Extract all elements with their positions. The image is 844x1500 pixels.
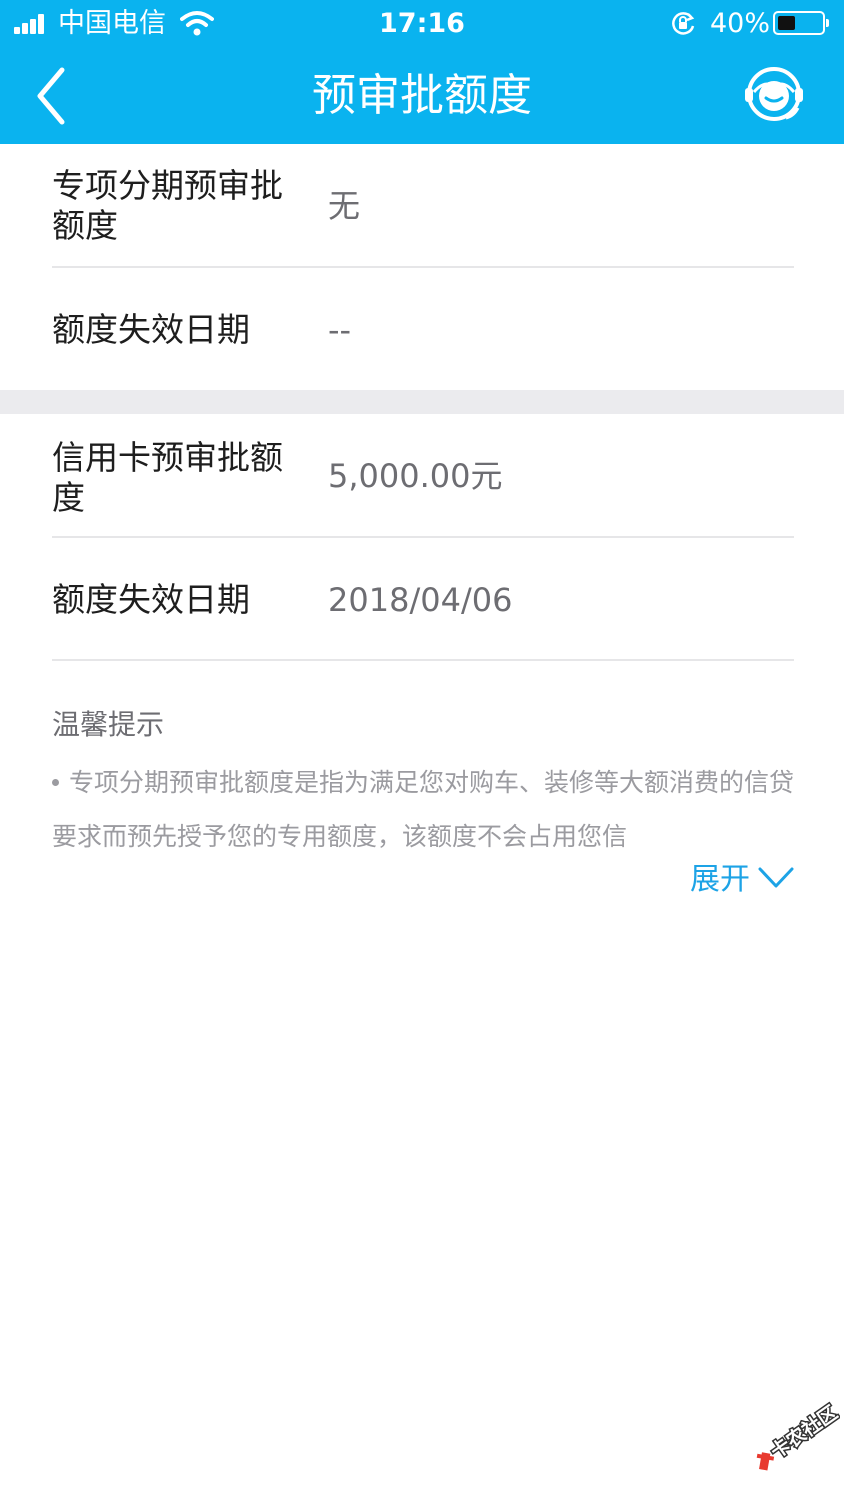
tips-text: 专项分期预审批额度是指为满足您对购车、装修等大额消费的信贷要求而预先授予您的专用… [52,756,794,864]
battery-icon [773,11,829,35]
battery-fill [778,16,795,30]
app-header: 中国电信 17:16 40% 预审批额度 [0,0,844,144]
row-value: -- [328,311,352,349]
chevron-down-icon [758,867,794,887]
battery-percentage: 40% [710,8,771,39]
row-label: 额度失效日期 [52,580,250,619]
row-value: 5,000.00元 [328,457,503,495]
orientation-lock-icon [672,12,695,35]
page-title: 预审批额度 [312,70,532,121]
special-installment-limit-row: 专项分期预审批额度 无 [52,144,794,268]
section-divider [0,390,844,414]
limit-expiry-row: 额度失效日期 -- [52,268,794,390]
limit-expiry-row: 额度失效日期 2018/04/06 [52,538,794,661]
row-value: 2018/04/06 [328,581,513,619]
tips-title: 温馨提示 [52,708,165,741]
expand-label: 展开 [690,862,750,897]
row-label: 信用卡预审批额度 [52,438,283,517]
expand-button[interactable]: 展开 [690,858,794,902]
watermark-text: 卡农社区 [766,1401,840,1463]
customer-service-icon [745,67,803,121]
status-bar: 中国电信 17:16 40% [0,0,844,48]
tips-body: 专项分期预审批额度是指为满足您对购车、装修等大额消费的信贷要求而预先授予您的专用… [52,768,794,851]
row-value: 无 [328,187,361,225]
customer-service-button[interactable] [742,64,806,126]
row-label: 额度失效日期 [52,310,250,349]
credit-card-limit-row: 信用卡预审批额度 5,000.00元 [52,414,794,538]
watermark-logo: 卡农社区 [756,1400,840,1471]
row-label: 专项分期预审批额度 [52,166,283,245]
bullet-icon [52,778,59,786]
